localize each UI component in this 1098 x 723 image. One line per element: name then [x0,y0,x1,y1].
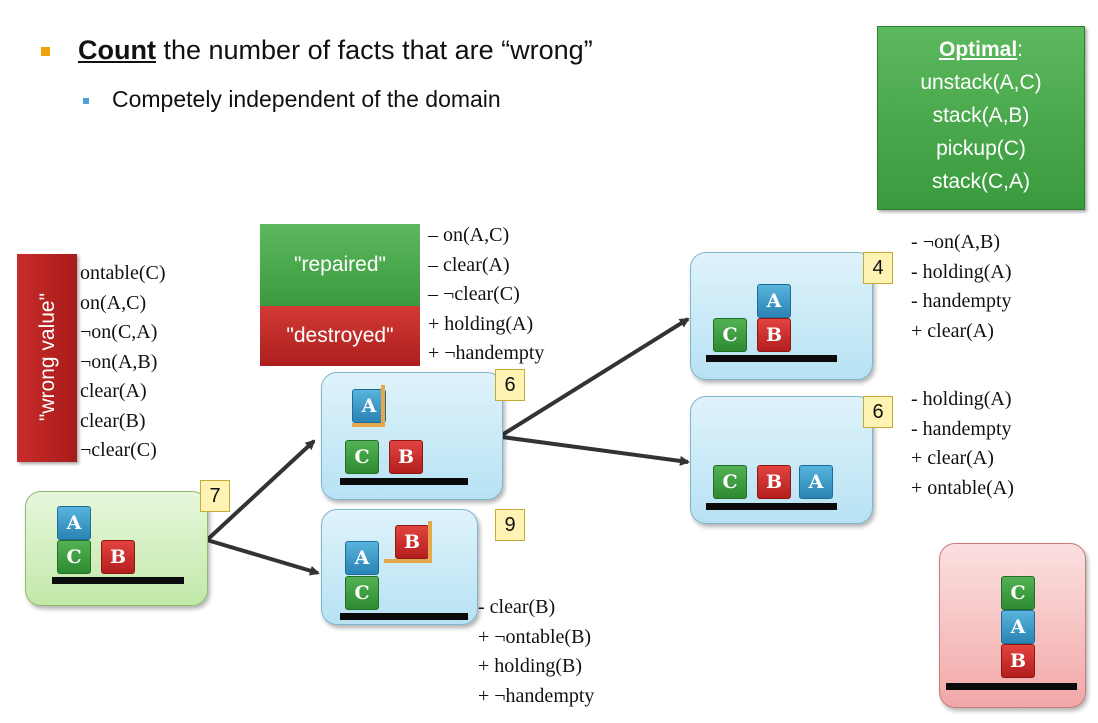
block-a: A [57,506,91,540]
table [706,355,837,362]
table [706,503,837,510]
gripper [384,559,432,563]
fact: + ontable(A) [911,476,1014,499]
block-b: B [1001,644,1035,678]
fact: + clear(A) [911,447,994,469]
block-c: C [713,318,747,352]
block-a: A [345,541,379,575]
fact: + ¬ontable(B) [478,625,592,648]
fact: + ¬handempty [478,684,595,707]
fact: + holding(B) [478,655,583,677]
heuristic-value: 9 [495,509,525,541]
gripper [381,385,385,427]
block-c: C [713,465,747,499]
heuristic-value: 7 [200,480,230,512]
block-b: B [757,318,791,352]
fact: - holding(A) [911,388,1012,410]
heuristic-value: 6 [495,369,525,401]
block-c: C [345,576,379,610]
fact: - ¬on(A,B) [911,231,1001,253]
block-b: B [389,440,423,474]
arrow [500,317,690,437]
arrow [206,538,320,576]
fact: - holding(A) [911,260,1012,283]
block-c: C [345,440,379,474]
block-c: C [57,540,91,574]
table [52,577,184,584]
table [340,478,468,485]
block-c: C [1001,576,1035,610]
gripper [352,423,385,427]
gripper [428,521,432,563]
table [946,683,1077,690]
block-b: B [101,540,135,574]
right-bottom-facts: - holding(A) - handempty + clear(A) + on… [911,385,1014,503]
heuristic-value: 4 [863,252,893,284]
fact: - handempty [911,417,1012,440]
block-a: A [757,284,791,318]
block-a: A [1001,610,1035,644]
arrow [501,435,690,466]
block-b: B [757,465,791,499]
table [340,613,468,620]
fact: - clear(B) [478,596,556,618]
fact: - handempty [911,290,1012,312]
fact: + clear(A) [911,319,994,342]
block-a: A [799,465,833,499]
block-b-held: B [395,525,429,559]
right-top-facts: - ¬on(A,B) - holding(A) - handempty + cl… [911,228,1012,346]
heuristic-value: 6 [863,396,893,428]
mid-bottom-facts: - clear(B) + ¬ontable(B) + holding(B) + … [478,593,594,711]
